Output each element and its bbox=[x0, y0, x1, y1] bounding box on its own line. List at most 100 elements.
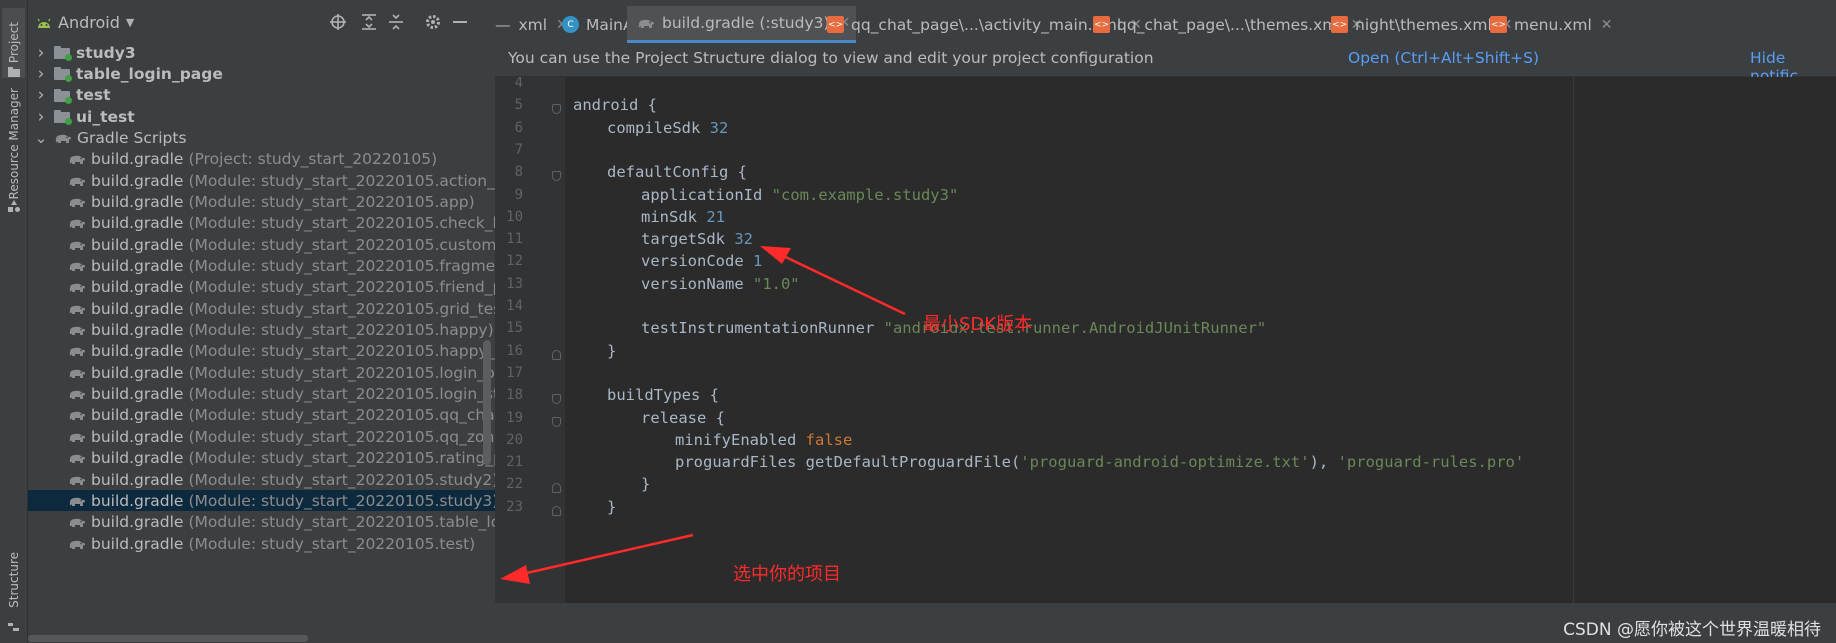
line-number: 4 bbox=[514, 77, 523, 91]
selected-tree-row[interactable]: build.gradle (Module: study_start_2022010… bbox=[28, 490, 495, 512]
collapse-all-icon[interactable] bbox=[386, 12, 406, 32]
chevron-right-icon[interactable]: › bbox=[34, 107, 48, 127]
code-line[interactable]: minifyEnabled false bbox=[675, 431, 852, 449]
code-line[interactable]: android { bbox=[573, 96, 657, 114]
tree-item-hint: (Module: study_start_20220105.app) bbox=[188, 192, 475, 211]
code-token: testInstrumentationRunner bbox=[641, 319, 884, 338]
tree-item-hint: (Project: study_start_20220105) bbox=[188, 150, 438, 169]
code-token: 'proguard-android-optimize.txt' bbox=[1020, 453, 1310, 472]
tree-row[interactable]: build.gradle (Module: study_start_2022010… bbox=[28, 298, 495, 319]
close-icon[interactable]: ✕ bbox=[1601, 17, 1613, 33]
tree-item-hint: (Module: study_start_20220105.qq_chat_ bbox=[188, 406, 495, 425]
open-project-structure-link[interactable]: Open (Ctrl+Alt+Shift+S) bbox=[1348, 49, 1539, 67]
code-line[interactable]: release { bbox=[641, 409, 725, 427]
code-line[interactable]: defaultConfig { bbox=[607, 163, 747, 181]
tree-row[interactable]: build.gradle (Module: study_start_2022010… bbox=[28, 512, 495, 533]
code-line[interactable]: applicationId "com.example.study3" bbox=[641, 186, 958, 204]
tree-row[interactable]: › study3 bbox=[28, 42, 495, 63]
gear-icon[interactable] bbox=[423, 12, 443, 32]
code-line[interactable]: versionName "1.0" bbox=[641, 275, 800, 293]
tree-row[interactable]: build.gradle (Module: study_start_2022010… bbox=[28, 191, 495, 212]
code-token: 32 bbox=[709, 118, 729, 137]
horizontal-scrollbar[interactable] bbox=[28, 633, 495, 643]
code-token: false bbox=[805, 430, 853, 449]
tree-row[interactable]: build.gradle (Module: study_start_2022010… bbox=[28, 448, 495, 469]
code-line[interactable]: versionCode 1 bbox=[641, 252, 762, 270]
tree-row[interactable]: build.gradle (Module: study_start_2022010… bbox=[28, 362, 495, 383]
gradle-icon bbox=[69, 433, 85, 442]
tab-6[interactable]: <> menu.xml ✕ bbox=[1480, 6, 1619, 43]
code-line[interactable]: minSdk 21 bbox=[641, 208, 725, 226]
tree-row[interactable]: › test bbox=[28, 85, 495, 106]
code-line[interactable]: targetSdk 32 bbox=[641, 230, 753, 248]
resource-manager-tool-tab-label: Resource Manager bbox=[6, 88, 21, 200]
fold-close-icon[interactable] bbox=[552, 505, 561, 516]
fold-close-icon[interactable] bbox=[552, 483, 561, 494]
code-token: } bbox=[607, 341, 617, 360]
code-line[interactable]: } bbox=[607, 342, 616, 360]
tree-row[interactable]: build.gradle (Module: study_start_2022010… bbox=[28, 256, 495, 277]
gradle-icon bbox=[69, 497, 85, 506]
tree-row[interactable]: build.gradle (Module: study_start_2022010… bbox=[28, 170, 495, 191]
structure-tool-tab[interactable]: Structure bbox=[2, 540, 25, 620]
gradle-icon bbox=[638, 19, 654, 28]
chevron-right-icon[interactable]: › bbox=[34, 85, 48, 105]
gradle-icon bbox=[69, 305, 85, 314]
module-status-dot-icon bbox=[65, 96, 72, 104]
code-line[interactable]: } bbox=[607, 498, 616, 516]
minimize-icon[interactable]: — bbox=[495, 16, 511, 34]
line-number-gutter: 4 5 6 7 8 9 10 11 12 13 14 15 16 17 18 19 20 21 22 23 bbox=[495, 77, 565, 603]
tree-item-label: test bbox=[76, 86, 111, 105]
hide-panel-icon[interactable] bbox=[450, 12, 470, 32]
code-line[interactable]: compileSdk 32 bbox=[607, 119, 728, 137]
tree-item-label: build.gradle bbox=[91, 385, 184, 404]
tree-row[interactable]: build.gradle (Module: study_start_2022010… bbox=[28, 533, 495, 554]
line-number: 8 bbox=[514, 164, 523, 181]
module-status-dot-icon bbox=[65, 118, 72, 126]
tree-row[interactable]: build.gradle (Module: study_start_2022010… bbox=[28, 384, 495, 405]
fold-open-icon[interactable] bbox=[552, 416, 561, 427]
tree-item-label: Gradle Scripts bbox=[77, 128, 187, 147]
line-number: 7 bbox=[514, 141, 523, 158]
project-view-selector[interactable]: Android ▼ bbox=[36, 13, 134, 32]
fold-open-icon[interactable] bbox=[552, 394, 561, 405]
code-token: minSdk bbox=[641, 207, 707, 226]
code-token: 21 bbox=[706, 207, 725, 226]
tree-row[interactable]: build.gradle (Module: study_start_2022010… bbox=[28, 341, 495, 362]
tree-row[interactable]: ⌄ Gradle Scripts bbox=[28, 127, 495, 148]
expand-all-icon[interactable] bbox=[359, 12, 379, 32]
tree-row[interactable]: › table_login_page bbox=[28, 63, 495, 84]
code-line[interactable]: buildTypes { bbox=[607, 386, 719, 404]
tree-row[interactable]: build.gradle (Project: study_start_202201… bbox=[28, 149, 495, 170]
module-folder-icon bbox=[54, 110, 72, 126]
code-editor[interactable]: 4 5 6 7 8 9 10 11 12 13 14 15 16 17 18 19 20 21 22 23 andro… bbox=[495, 77, 1836, 603]
locate-icon[interactable] bbox=[328, 12, 348, 32]
code-line[interactable]: } bbox=[641, 475, 650, 493]
code-token: versionName bbox=[641, 274, 753, 293]
chevron-down-icon[interactable]: ⌄ bbox=[34, 129, 48, 147]
fold-open-icon[interactable] bbox=[552, 171, 561, 182]
tree-row[interactable]: build.gradle (Module: study_start_2022010… bbox=[28, 405, 495, 426]
tree-row[interactable]: build.gradle (Module: study_start_2022010… bbox=[28, 469, 495, 490]
fold-close-icon[interactable] bbox=[552, 349, 561, 360]
tree-row[interactable]: build.gradle (Module: study_start_2022010… bbox=[28, 213, 495, 234]
xml-icon: <> bbox=[1093, 16, 1110, 33]
tree-item-hint: (Module: study_start_20220105.login_pa bbox=[188, 363, 495, 382]
folder-icon bbox=[8, 67, 20, 77]
tree-row[interactable]: › ui_test bbox=[28, 106, 495, 127]
tree-row[interactable]: build.gradle (Module: study_start_2022010… bbox=[28, 277, 495, 298]
tree-row[interactable]: build.gradle (Module: study_start_2022010… bbox=[28, 234, 495, 255]
tree-row[interactable]: build.gradle (Module: study_start_2022010… bbox=[28, 426, 495, 447]
tree-item-hint: (Module: study_start_20220105.custom_v bbox=[188, 235, 495, 254]
code-token: release { bbox=[641, 408, 725, 427]
tab-label: xml bbox=[518, 15, 548, 34]
project-tree-scrollbar[interactable] bbox=[483, 340, 491, 465]
chevron-right-icon[interactable]: › bbox=[34, 43, 48, 63]
chevron-right-icon[interactable]: › bbox=[34, 64, 48, 84]
resources-icon bbox=[8, 200, 20, 212]
resource-manager-tool-tab[interactable]: Resource Manager bbox=[2, 88, 25, 199]
tree-row[interactable]: build.gradle (Module: study_start_2022010… bbox=[28, 320, 495, 341]
tree-item-hint: (Module: study_start_20220105.rating_pa bbox=[188, 449, 495, 468]
fold-open-icon[interactable] bbox=[552, 104, 561, 115]
code-line[interactable]: proguardFiles getDefaultProguardFile('pr… bbox=[675, 453, 1524, 471]
